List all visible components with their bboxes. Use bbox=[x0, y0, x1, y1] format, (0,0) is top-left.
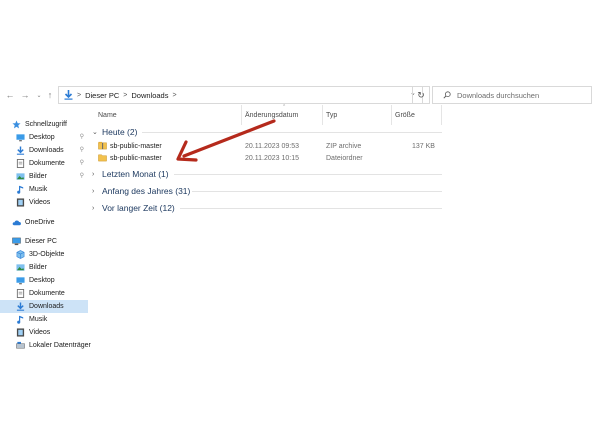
sidebar-item-music[interactable]: Musik bbox=[16, 183, 88, 196]
desktop-icon bbox=[16, 277, 25, 285]
sidebar-item-this-pc[interactable]: Dieser PC bbox=[12, 235, 100, 248]
pin-icon[interactable]: ⚲ bbox=[80, 172, 84, 179]
sidebar-label: Dokumente bbox=[29, 290, 65, 297]
sidebar-label: Lokaler Datenträger bbox=[29, 342, 91, 349]
desktop-icon bbox=[16, 134, 25, 142]
breadcrumb-downloads[interactable]: Downloads bbox=[131, 91, 168, 100]
chevron-right-icon: › bbox=[92, 204, 95, 212]
sidebar-item-pictures[interactable]: Bilder bbox=[16, 261, 88, 274]
sidebar-label: Downloads bbox=[29, 147, 64, 154]
sidebar-item-documents[interactable]: Dokumente ⚲ bbox=[16, 157, 88, 170]
file-size: 137 KB bbox=[412, 142, 435, 150]
search-icon bbox=[443, 91, 451, 99]
music-icon bbox=[17, 185, 24, 194]
zip-folder-icon bbox=[98, 141, 107, 150]
sidebar-label: Desktop bbox=[29, 134, 55, 141]
file-type: ZIP archive bbox=[326, 142, 362, 150]
forward-arrow-icon[interactable]: → bbox=[19, 88, 31, 102]
sidebar-item-videos[interactable]: Videos bbox=[16, 196, 88, 209]
star-icon bbox=[12, 120, 21, 129]
cube-icon bbox=[16, 250, 25, 259]
group-label: Heute (2) bbox=[102, 127, 138, 137]
group-header-long-ago[interactable]: › Vor langer Zeit (12) bbox=[92, 201, 442, 215]
sidebar-label: Dieser PC bbox=[25, 238, 57, 245]
sidebar-item-downloads[interactable]: Downloads ⚲ bbox=[16, 144, 88, 157]
sidebar-label: Musik bbox=[29, 316, 48, 323]
sidebar-label: Bilder bbox=[29, 264, 47, 271]
refresh-icon[interactable]: ↻ bbox=[412, 86, 430, 104]
cloud-icon bbox=[12, 220, 21, 226]
group-divider bbox=[174, 174, 442, 175]
document-icon bbox=[16, 289, 25, 298]
column-header-type[interactable]: Typ bbox=[326, 108, 337, 122]
pin-icon[interactable]: ⚲ bbox=[80, 146, 84, 153]
group-header-start-of-year[interactable]: › Anfang des Jahres (31) bbox=[92, 184, 442, 198]
sidebar-label: Videos bbox=[29, 329, 51, 336]
sidebar-item-desktop[interactable]: Desktop bbox=[16, 274, 88, 287]
sidebar-label: Desktop bbox=[29, 277, 55, 284]
sidebar-item-pictures[interactable]: Bilder ⚲ bbox=[16, 170, 88, 183]
pictures-icon bbox=[16, 173, 25, 180]
sidebar-item-desktop[interactable]: Desktop ⚲ bbox=[16, 131, 88, 144]
group-label: Letzten Monat (1) bbox=[102, 169, 169, 179]
document-icon bbox=[16, 159, 25, 168]
sidebar-label: OneDrive bbox=[25, 219, 55, 226]
group-divider bbox=[192, 191, 442, 192]
chevron-right-icon: › bbox=[92, 187, 95, 195]
address-bar[interactable]: > Dieser PC > Downloads > bbox=[58, 86, 423, 104]
chevron-right-icon: › bbox=[92, 170, 95, 178]
column-header-size[interactable]: Größe bbox=[395, 108, 415, 122]
breadcrumb-separator: > bbox=[123, 91, 128, 99]
sidebar-item-downloads-selected[interactable]: Downloads bbox=[0, 300, 88, 313]
file-type: Dateiordner bbox=[326, 154, 363, 162]
computer-icon bbox=[12, 237, 21, 246]
sidebar-label: Videos bbox=[29, 199, 51, 206]
sidebar-item-onedrive[interactable]: OneDrive bbox=[12, 216, 100, 229]
sidebar-label: Schnellzugriff bbox=[25, 121, 67, 128]
sidebar-item-videos[interactable]: Videos bbox=[16, 326, 88, 339]
back-arrow-icon[interactable]: ← bbox=[4, 88, 16, 102]
column-divider[interactable] bbox=[322, 105, 323, 125]
breadcrumb-this-pc[interactable]: Dieser PC bbox=[85, 91, 119, 100]
navigation-bar: ← → ⌄ ↑ > Dieser PC > Downloads > ⌄ ↻ bbox=[0, 86, 592, 104]
breadcrumb-separator: > bbox=[172, 91, 177, 99]
drive-icon bbox=[16, 341, 25, 349]
navigation-pane: Schnellzugriff Desktop ⚲ Downloads ⚲ Dok… bbox=[0, 114, 91, 364]
chevron-down-icon: ⌄ bbox=[92, 129, 98, 136]
video-icon bbox=[16, 328, 25, 337]
sidebar-label: Bilder bbox=[29, 173, 47, 180]
sidebar-item-quick-access[interactable]: Schnellzugriff bbox=[12, 118, 100, 131]
sidebar-item-documents[interactable]: Dokumente bbox=[16, 287, 88, 300]
sidebar-item-3d-objects[interactable]: 3D-Objekte bbox=[16, 248, 88, 261]
sidebar-label: Musik bbox=[29, 186, 48, 193]
group-label: Vor langer Zeit (12) bbox=[102, 203, 175, 213]
sidebar-item-music[interactable]: Musik bbox=[16, 313, 88, 326]
search-input[interactable] bbox=[457, 90, 587, 100]
column-divider[interactable] bbox=[441, 105, 442, 125]
music-icon bbox=[17, 315, 24, 324]
breadcrumb-separator: > bbox=[77, 91, 82, 99]
group-divider bbox=[180, 208, 442, 209]
column-header-name[interactable]: Name bbox=[98, 108, 117, 122]
sidebar-label: 3D-Objekte bbox=[29, 251, 65, 258]
file-name: sb-public-master bbox=[110, 154, 162, 162]
sidebar-label: Downloads bbox=[29, 303, 64, 310]
download-location-icon bbox=[63, 90, 73, 100]
file-name: sb-public-master bbox=[110, 142, 162, 150]
sidebar-item-local-disk[interactable]: Lokaler Datenträger bbox=[16, 339, 91, 352]
folder-icon bbox=[98, 154, 107, 162]
pictures-icon bbox=[16, 264, 25, 271]
download-icon bbox=[16, 302, 25, 311]
search-box[interactable] bbox=[432, 86, 592, 104]
up-arrow-icon[interactable]: ↑ bbox=[44, 88, 56, 102]
pin-icon[interactable]: ⚲ bbox=[80, 159, 84, 166]
group-label: Anfang des Jahres (31) bbox=[102, 186, 191, 196]
column-divider[interactable] bbox=[391, 105, 392, 125]
group-header-last-month[interactable]: › Letzten Monat (1) bbox=[92, 167, 442, 181]
pin-icon[interactable]: ⚲ bbox=[80, 133, 84, 140]
download-icon bbox=[16, 146, 25, 155]
annotation-arrow-icon bbox=[176, 119, 276, 162]
video-icon bbox=[16, 198, 25, 207]
sidebar-label: Dokumente bbox=[29, 160, 65, 167]
